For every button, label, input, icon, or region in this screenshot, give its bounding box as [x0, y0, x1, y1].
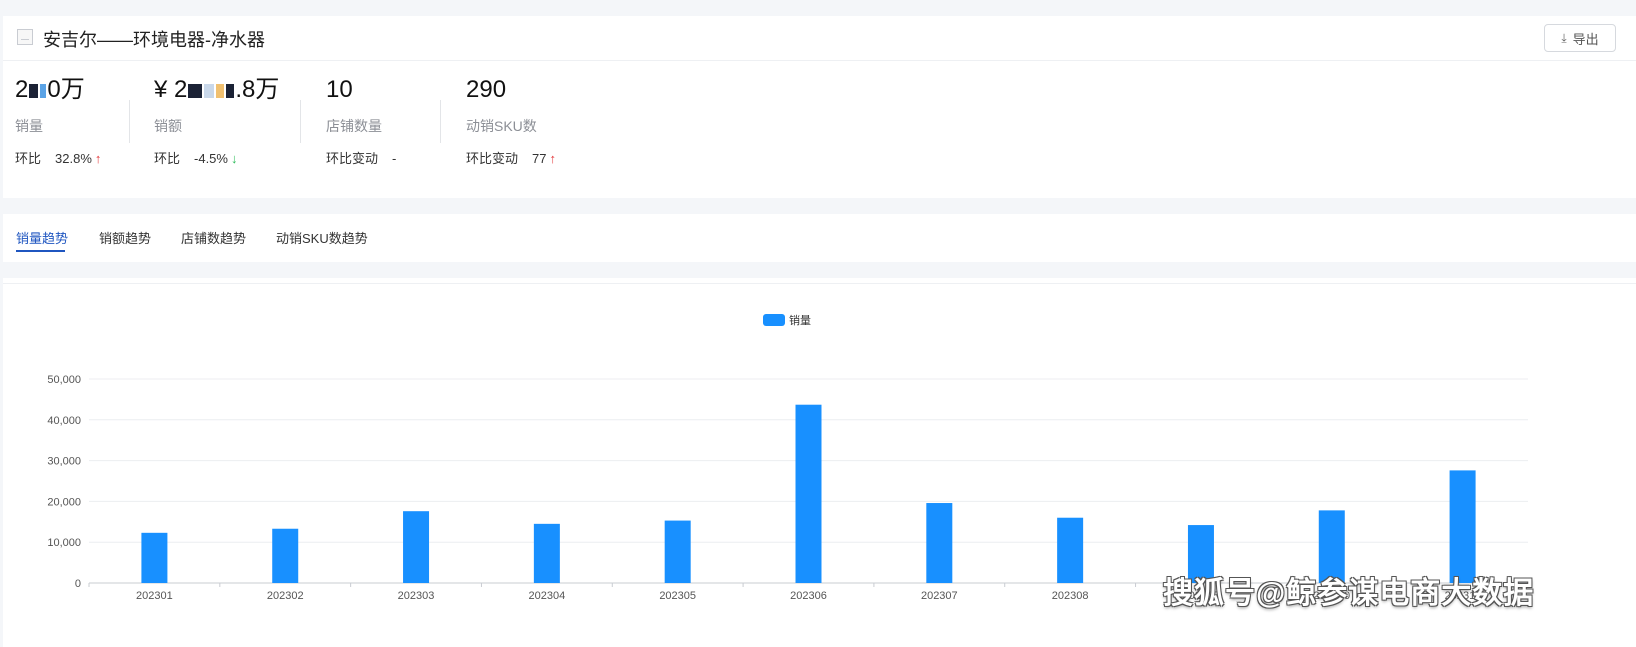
metric-value: 2 0万 — [15, 76, 85, 103]
x-tick-label: 202305 — [659, 590, 696, 602]
y-tick-label: 50,000 — [47, 374, 81, 386]
tab-store-count-trend[interactable]: 店铺数趋势 — [181, 228, 246, 247]
y-tick-label: 40,000 — [47, 415, 81, 427]
trend-tabs: 销量趋势 销额趋势 店铺数趋势 动销SKU数趋势 — [3, 214, 1636, 262]
bar — [926, 503, 953, 583]
arrow-up-icon: ↑ — [549, 151, 556, 166]
active-tab-indicator — [16, 250, 65, 252]
x-tick-label: 202303 — [398, 590, 435, 602]
x-tick-label: 202307 — [921, 590, 958, 602]
chart-card: 0 10,000 20,000 30,000 40,000 50,000 202301 202… — [3, 278, 1636, 647]
image-placeholder-icon — [17, 29, 33, 45]
metric-sales-amount: ¥ 2.8万 销额 环比 -4.5% ↓ — [154, 74, 279, 167]
summary-card: 安吉尔——环境电器-净水器 ⤓ 导出 2 0万 销量 环比 32.8% ↑ ¥ 2.8… — [3, 16, 1636, 198]
metric-divider — [300, 100, 301, 143]
legend-label: 销量 — [789, 313, 811, 327]
arrow-down-icon: ↓ — [230, 151, 238, 166]
y-tick-label: 0 — [75, 578, 81, 590]
tab-active-sku-trend[interactable]: 动销SKU数趋势 — [276, 228, 368, 247]
download-icon: ⤓ — [1561, 30, 1567, 45]
x-tick-label: 202301 — [136, 590, 173, 602]
bar — [1449, 470, 1476, 583]
bar — [795, 404, 822, 583]
bar — [272, 528, 299, 583]
bar — [533, 523, 560, 583]
x-tick-label: 202304 — [529, 590, 566, 602]
title-bar: 安吉尔——环境电器-净水器 ⤓ 导出 — [3, 16, 1636, 61]
y-tick-label: 30,000 — [47, 456, 81, 468]
metric-value: ¥ 2.8万 — [154, 76, 280, 103]
metric-label: 动销SKU数 — [466, 118, 537, 134]
export-label: 导出 — [1572, 31, 1599, 47]
page-title: 安吉尔——环境电器-净水器 — [43, 30, 265, 50]
x-tick-label: 202308 — [1052, 590, 1089, 602]
y-tick-label: 10,000 — [47, 537, 81, 549]
x-tick-label: 202306 — [790, 590, 827, 602]
x-tick-label: 202302 — [267, 590, 304, 602]
bar — [141, 532, 168, 583]
metric-store-count: 10 店铺数量 环比变动 - — [326, 74, 396, 167]
metric-change: 环比变动 77 ↑ — [466, 151, 556, 166]
arrow-up-icon: ↑ — [94, 151, 102, 166]
metric-divider — [129, 100, 130, 143]
watermark: 搜狐号@鲸参谋电商大数据 — [1163, 577, 1535, 610]
tab-sales-volume-trend[interactable]: 销量趋势 — [16, 228, 68, 247]
bar — [664, 520, 691, 583]
metric-active-sku: 290 动销SKU数 环比变动 77 ↑ — [466, 74, 556, 167]
tab-sales-amount-trend[interactable]: 销额趋势 — [99, 228, 151, 247]
export-button[interactable]: ⤓ 导出 — [1544, 24, 1616, 52]
legend-swatch — [763, 314, 785, 326]
metric-change: 环比 32.8% ↑ — [15, 151, 102, 166]
y-tick-label: 20,000 — [47, 496, 81, 508]
metric-value: 290 — [466, 76, 507, 103]
bar — [403, 511, 430, 583]
metric-sales-volume: 2 0万 销量 环比 32.8% ↑ — [15, 74, 101, 167]
metric-value: 10 — [326, 76, 353, 103]
metric-change: 环比 -4.5% ↓ — [154, 151, 238, 166]
metric-label: 店铺数量 — [326, 118, 382, 134]
metric-divider — [440, 100, 441, 143]
bar — [1057, 517, 1084, 583]
metric-change: 环比变动 - — [326, 151, 397, 166]
metric-label: 销额 — [154, 118, 182, 134]
metric-label: 销量 — [15, 118, 43, 134]
